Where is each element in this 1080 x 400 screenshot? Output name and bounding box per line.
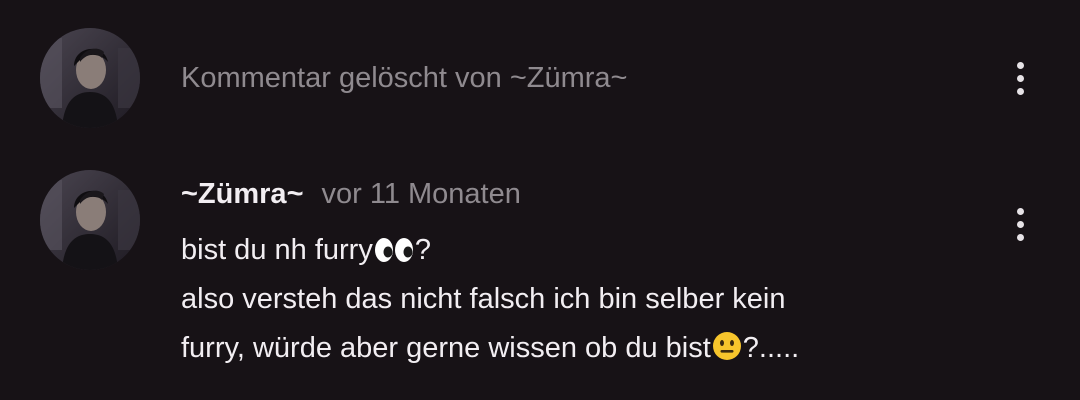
more-vertical-icon: [1016, 61, 1024, 69]
more-vertical-icon: [1016, 207, 1024, 215]
comment-timestamp: vor 11 Monaten: [321, 178, 521, 210]
comment-line: bist du nh furry?: [181, 234, 431, 266]
comment-header: ~Zümra~ vor 11 Monaten: [181, 176, 521, 212]
more-options-button[interactable]: [1004, 58, 1036, 98]
avatar[interactable]: [40, 170, 140, 270]
comment: ~Zümra~ vor 11 Monaten bist du nh furry? …: [0, 168, 1080, 388]
comment-line: also versteh das nicht falsch ich bin se…: [181, 283, 786, 315]
comment-line: furry, würde aber gerne wissen ob du bis…: [181, 331, 800, 364]
more-options-button[interactable]: [1004, 204, 1036, 244]
avatar-image: [40, 28, 140, 128]
avatar-image: [40, 170, 140, 270]
deleted-comment-text: Kommentar gelöscht von ~Zümra~: [181, 62, 628, 94]
eyes-emoji: [374, 237, 414, 263]
neutral-face-emoji: [712, 331, 742, 361]
comment-body: bist du nh furry? also versteh das nicht…: [181, 226, 981, 373]
avatar[interactable]: [40, 28, 140, 128]
author-name[interactable]: ~Zümra~: [181, 178, 304, 210]
deleted-comment: Kommentar gelöscht von ~Zümra~: [0, 28, 1080, 132]
comments-screen: Kommentar gelöscht von ~Zümra~ ~Zümra~ v…: [0, 0, 1080, 400]
